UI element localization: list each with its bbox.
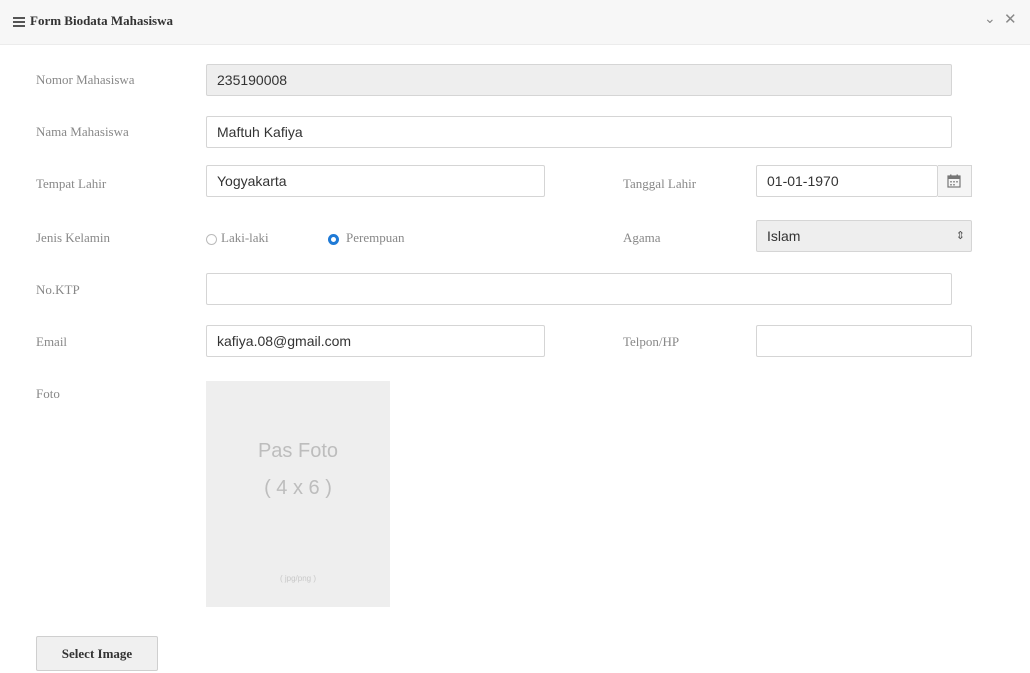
no-ktp-field[interactable] bbox=[206, 273, 952, 305]
email-label: Email bbox=[36, 334, 68, 349]
nama-mahasiswa-label: Nama Mahasiswa bbox=[36, 124, 129, 139]
radio-laki-laki[interactable] bbox=[206, 234, 217, 245]
nomor-mahasiswa-field[interactable]: 235190008 bbox=[206, 64, 952, 96]
nomor-mahasiswa-label: Nomor Mahasiswa bbox=[36, 72, 135, 87]
no-ktp-label: No.KTP bbox=[36, 282, 80, 297]
tempat-lahir-field[interactable]: Yogyakarta bbox=[206, 165, 545, 197]
photo-placeholder: Pas Foto ( 4 x 6 ) ( jpg/png ) bbox=[206, 381, 390, 607]
calendar-button[interactable] bbox=[938, 165, 972, 197]
calendar-icon bbox=[947, 174, 961, 188]
close-icon[interactable]: ✕ bbox=[1004, 10, 1017, 29]
telpon-label: Telpon/HP bbox=[623, 334, 680, 349]
tempat-lahir-label: Tempat Lahir bbox=[36, 176, 107, 191]
email-field[interactable]: kafiya.08@gmail.com bbox=[206, 325, 545, 357]
telpon-field[interactable] bbox=[756, 325, 972, 357]
photo-placeholder-title: Pas Foto bbox=[257, 440, 339, 462]
select-arrow-icon: ⇕ bbox=[955, 230, 965, 242]
select-image-button[interactable]: Select Image bbox=[36, 636, 158, 671]
window-title: Form Biodata Mahasiswa bbox=[30, 13, 173, 28]
nama-mahasiswa-field[interactable]: Maftuh Kafiya bbox=[206, 116, 952, 148]
photo-placeholder-size: ( 4 x 6 ) bbox=[264, 477, 332, 499]
radio-perempuan[interactable] bbox=[328, 234, 339, 245]
photo-placeholder-format: ( jpg/png ) bbox=[279, 574, 317, 583]
foto-label: Foto bbox=[36, 386, 60, 401]
radio-perempuan-label[interactable]: Perempuan bbox=[346, 230, 404, 246]
chevron-down-icon[interactable]: ⌄ bbox=[984, 11, 996, 28]
tanggal-lahir-field[interactable]: 01-01-1970 bbox=[756, 165, 938, 197]
agama-selected-value: Islam bbox=[767, 228, 801, 244]
agama-label: Agama bbox=[623, 230, 661, 245]
hamburger-menu-icon[interactable] bbox=[13, 17, 25, 27]
window-titlebar: Form Biodata Mahasiswa ⌄ ✕ bbox=[0, 0, 1030, 45]
agama-select[interactable]: Islam ⇕ bbox=[756, 220, 972, 252]
tanggal-lahir-label: Tanggal Lahir bbox=[623, 176, 697, 191]
radio-laki-laki-label[interactable]: Laki-laki bbox=[221, 230, 269, 246]
jenis-kelamin-label: Jenis Kelamin bbox=[36, 230, 111, 245]
